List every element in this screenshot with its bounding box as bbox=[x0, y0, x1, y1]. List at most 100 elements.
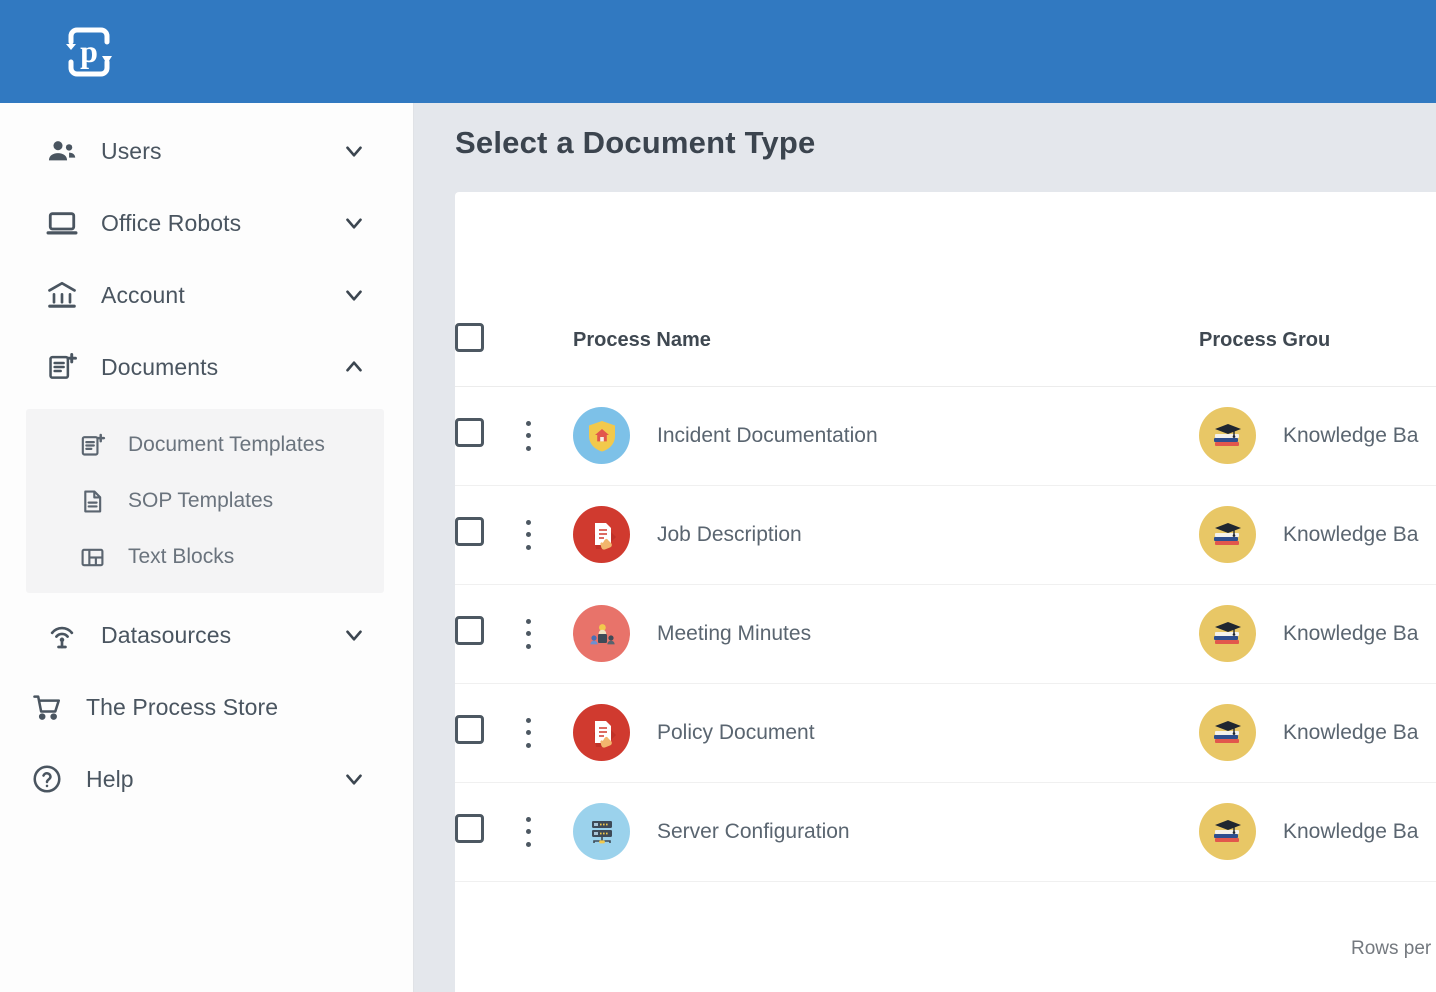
process-group-label: Knowledge Ba bbox=[1283, 522, 1419, 546]
sidebar-subitem-label: Text Blocks bbox=[128, 545, 235, 568]
row-menu-cell bbox=[515, 485, 573, 585]
sidebar-subitem-text-blocks[interactable]: Text Blocks bbox=[26, 529, 384, 585]
sidebar-subitem-document-templates[interactable]: Document Templates bbox=[26, 417, 384, 473]
text-blocks-icon bbox=[78, 543, 106, 571]
sidebar-item-users[interactable]: Users bbox=[0, 115, 413, 187]
process-group-cell: Knowledge Ba bbox=[1199, 782, 1436, 882]
chevron-down-icon[interactable] bbox=[341, 766, 367, 792]
file-lines-icon bbox=[78, 487, 106, 515]
rows-per-page-label: Rows per bbox=[1351, 938, 1432, 959]
documents-submenu: Document Templates SOP Templates Text Bl… bbox=[26, 409, 384, 593]
card-toolbar bbox=[455, 192, 1436, 296]
process-name-label: Policy Document bbox=[657, 720, 815, 744]
shield-house-icon bbox=[573, 407, 630, 464]
process-name-label: Incident Documentation bbox=[657, 423, 878, 447]
menu-header bbox=[515, 296, 573, 387]
process-name-label: Server Configuration bbox=[657, 819, 850, 843]
row-select-cell bbox=[455, 782, 515, 882]
row-select-cell bbox=[455, 584, 515, 684]
table-row[interactable]: Policy Document Knowledge Ba bbox=[455, 683, 1436, 783]
shopping-cart-icon bbox=[30, 690, 64, 724]
process-group-label: Knowledge Ba bbox=[1283, 621, 1419, 645]
row-checkbox[interactable] bbox=[455, 616, 484, 645]
table-row[interactable]: Incident Documentation Knowledge Ba bbox=[455, 386, 1436, 486]
sidebar-subitem-sop-templates[interactable]: SOP Templates bbox=[26, 473, 384, 529]
document-hand-icon bbox=[573, 506, 630, 563]
chevron-up-icon[interactable] bbox=[341, 354, 367, 380]
row-menu-cell bbox=[515, 683, 573, 783]
row-checkbox[interactable] bbox=[455, 715, 484, 744]
sidebar-item-office-robots[interactable]: Office Robots bbox=[0, 187, 413, 259]
chevron-down-icon[interactable] bbox=[341, 210, 367, 236]
sidebar-item-label: Account bbox=[101, 281, 185, 308]
row-menu-cell bbox=[515, 782, 573, 882]
process-loop-logo[interactable]: p bbox=[57, 20, 121, 84]
process-name-label: Meeting Minutes bbox=[657, 621, 812, 645]
process-group-header[interactable]: Process Grou bbox=[1199, 296, 1436, 387]
document-add-icon bbox=[45, 350, 79, 384]
table-row[interactable]: Server Configuration Knowledge Ba bbox=[455, 782, 1436, 882]
process-group-cell: Knowledge Ba bbox=[1199, 485, 1436, 585]
chevron-down-icon[interactable] bbox=[341, 282, 367, 308]
row-options-icon[interactable] bbox=[515, 618, 541, 649]
row-options-icon[interactable] bbox=[515, 519, 541, 550]
process-group-cell: Knowledge Ba bbox=[1199, 584, 1436, 684]
sidebar-item-label: Help bbox=[86, 765, 134, 792]
sidebar-subitem-label: SOP Templates bbox=[128, 489, 274, 512]
row-options-icon[interactable] bbox=[515, 420, 541, 451]
document-type-card: Process Name Process Grou Incident Docum… bbox=[455, 192, 1436, 992]
chevron-down-icon[interactable] bbox=[341, 138, 367, 164]
sidebar-subitem-label: Document Templates bbox=[128, 433, 325, 456]
chevron-down-icon[interactable] bbox=[341, 622, 367, 648]
sidebar-item-account[interactable]: Account bbox=[0, 259, 413, 331]
row-checkbox[interactable] bbox=[455, 418, 484, 447]
graduation-books-icon bbox=[1199, 407, 1256, 464]
sidebar-item-label: Documents bbox=[101, 353, 219, 380]
process-table: Process Name Process Grou Incident Docum… bbox=[455, 296, 1436, 882]
row-select-cell bbox=[455, 485, 515, 585]
select-all-checkbox[interactable] bbox=[455, 323, 484, 353]
process-group-cell: Knowledge Ba bbox=[1199, 683, 1436, 783]
row-select-cell bbox=[455, 386, 515, 486]
graduation-books-icon bbox=[1199, 506, 1256, 563]
row-checkbox[interactable] bbox=[455, 814, 484, 843]
graduation-books-icon bbox=[1199, 803, 1256, 860]
app-header: p bbox=[0, 0, 1436, 103]
sidebar-item-label: Office Robots bbox=[101, 209, 242, 236]
row-checkbox[interactable] bbox=[455, 517, 484, 546]
sidebar-item-label: The Process Store bbox=[86, 693, 279, 720]
laptop-icon bbox=[45, 206, 79, 240]
sidebar-item-datasources[interactable]: Datasources bbox=[0, 599, 413, 671]
process-name-cell: Meeting Minutes bbox=[573, 584, 1199, 684]
process-name-cell: Job Description bbox=[573, 485, 1199, 585]
row-menu-cell bbox=[515, 584, 573, 684]
row-options-icon[interactable] bbox=[515, 816, 541, 847]
process-name-header[interactable]: Process Name bbox=[573, 296, 1199, 387]
process-name-label: Job Description bbox=[657, 522, 802, 546]
process-table-body: Incident Documentation Knowledge Ba Job … bbox=[455, 386, 1436, 882]
sidebar-item-the-process-store[interactable]: The Process Store bbox=[0, 671, 413, 743]
antenna-icon bbox=[45, 618, 79, 652]
presentation-icon bbox=[573, 605, 630, 662]
sidebar: Users Office Robots Account Documents Do… bbox=[0, 103, 414, 992]
document-hand-icon bbox=[573, 704, 630, 761]
process-group-label: Knowledge Ba bbox=[1283, 720, 1419, 744]
process-group-label: Knowledge Ba bbox=[1283, 423, 1419, 447]
server-rack-icon bbox=[573, 803, 630, 860]
help-circle-icon bbox=[30, 762, 64, 796]
svg-text:p: p bbox=[80, 33, 98, 69]
row-menu-cell bbox=[515, 386, 573, 486]
row-options-icon[interactable] bbox=[515, 717, 541, 748]
main-content: Select a Document Type Process Name Proc… bbox=[414, 103, 1436, 992]
graduation-books-icon bbox=[1199, 605, 1256, 662]
page-title: Select a Document Type bbox=[455, 125, 816, 160]
sidebar-item-label: Datasources bbox=[101, 621, 232, 648]
table-row[interactable]: Meeting Minutes Knowledge Ba bbox=[455, 584, 1436, 684]
sidebar-item-documents[interactable]: Documents bbox=[0, 331, 413, 403]
table-row[interactable]: Job Description Knowledge Ba bbox=[455, 485, 1436, 585]
process-name-cell: Server Configuration bbox=[573, 782, 1199, 882]
table-header-row: Process Name Process Grou bbox=[455, 296, 1436, 387]
sidebar-item-help[interactable]: Help bbox=[0, 743, 413, 815]
process-group-label: Knowledge Ba bbox=[1283, 819, 1419, 843]
process-name-cell: Incident Documentation bbox=[573, 386, 1199, 486]
